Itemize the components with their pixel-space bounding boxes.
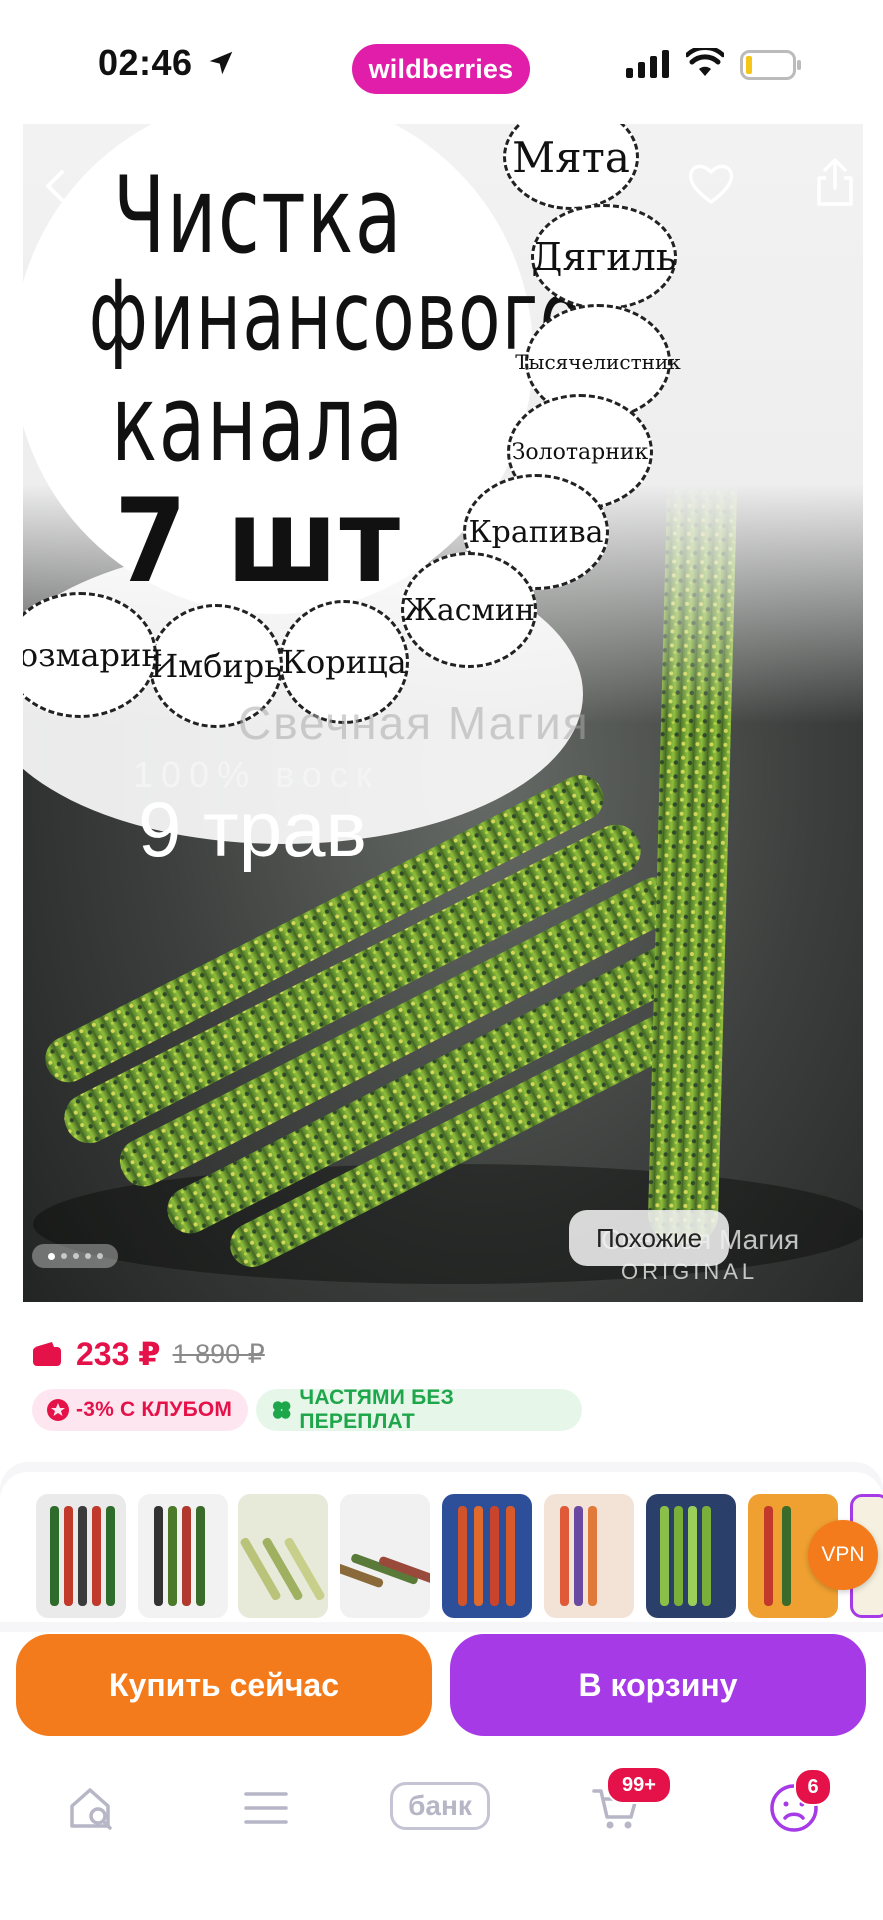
herb-jasmine: Жасмин [401, 552, 537, 668]
location-arrow-icon [209, 51, 233, 75]
menu-icon [244, 1792, 288, 1824]
variant-thumb[interactable] [36, 1494, 126, 1618]
brand-pill: wildberries [352, 44, 530, 94]
variant-thumb[interactable] [442, 1494, 532, 1618]
battery-icon [740, 50, 801, 80]
tab-bank[interactable]: банк [390, 1782, 490, 1830]
variant-thumb[interactable] [544, 1494, 634, 1618]
home-search-icon [70, 1788, 112, 1830]
tab-bar [0, 1752, 883, 1920]
title-line-1: Чистка [113, 154, 403, 277]
share-button[interactable] [807, 154, 863, 210]
cart-count-badge: 99+ [606, 1766, 672, 1804]
carousel-dots [32, 1244, 118, 1268]
herb-count-label: 9 трав [138, 785, 367, 873]
tab-home[interactable] [62, 1778, 122, 1838]
carousel-dot [60, 1253, 67, 1259]
share-icon [817, 158, 853, 206]
brand-watermark: Свечная Магия [238, 697, 590, 749]
club-discount-badge[interactable]: -3% С КЛУБОМ [32, 1389, 248, 1431]
back-button[interactable] [31, 162, 79, 210]
heart-icon [688, 164, 734, 204]
add-to-cart-button[interactable]: В корзину [450, 1634, 866, 1736]
wifi-icon [686, 48, 724, 76]
favorite-button[interactable] [683, 156, 739, 212]
profile-notification-badge: 6 [794, 1768, 832, 1806]
installments-label: ЧАСТЯМИ БЕЗ ПЕРЕПЛАТ [299, 1386, 454, 1433]
price-row: 233 ₽ 1 890 ₽ [32, 1332, 265, 1376]
variant-thumb[interactable] [238, 1494, 328, 1618]
herb-angelica: Дягиль [531, 204, 677, 310]
product-image-carousel[interactable]: Чистка финансового канала 7 шт Мята Дяги… [23, 124, 863, 1302]
buy-now-button[interactable]: Купить сейчас [16, 1634, 432, 1736]
vpn-button[interactable]: VPN [808, 1520, 878, 1590]
wallet-icon [33, 1342, 61, 1366]
title-line-2: финансового [88, 260, 584, 372]
carousel-dot [84, 1253, 91, 1259]
title-line-3: канала [111, 362, 405, 485]
variant-thumb[interactable] [646, 1494, 736, 1618]
current-price: 233 ₽ [76, 1336, 161, 1372]
variant-thumb[interactable] [138, 1494, 228, 1618]
status-time: 02:46 [98, 42, 193, 83]
status-bar: 02:46 wildberries [0, 0, 883, 124]
carousel-dot [47, 1252, 55, 1260]
old-price: 1 890 ₽ [172, 1338, 265, 1369]
club-discount-label: -3% С КЛУБОМ [76, 1398, 233, 1421]
clover-icon [272, 1401, 291, 1419]
back-chevron-icon [46, 170, 64, 202]
signal-icon [626, 50, 669, 78]
carousel-dot [72, 1253, 79, 1259]
similar-button[interactable]: Похожие [569, 1210, 729, 1266]
club-star-icon [47, 1399, 69, 1421]
variant-thumb[interactable] [340, 1494, 430, 1618]
tab-catalog[interactable] [236, 1778, 296, 1838]
carousel-dot [96, 1253, 103, 1259]
installments-badge[interactable]: ЧАСТЯМИ БЕЗ ПЕРЕПЛАТ [256, 1386, 582, 1433]
